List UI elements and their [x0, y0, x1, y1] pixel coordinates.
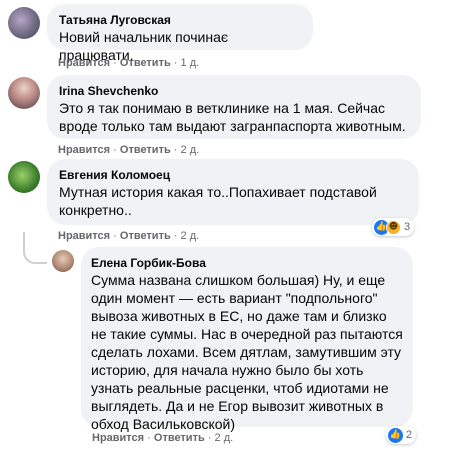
avatar[interactable]: [8, 77, 40, 109]
timestamp[interactable]: 1 д.: [181, 57, 200, 69]
timestamp[interactable]: 2 д.: [181, 230, 200, 242]
separator: ·: [173, 144, 178, 156]
reaction-count: 3: [404, 221, 411, 233]
separator: ·: [207, 432, 212, 444]
separator: ·: [113, 57, 117, 69]
reply-link[interactable]: Ответить: [120, 57, 171, 69]
comment-author[interactable]: Irina Shevchenko: [59, 83, 409, 99]
comment-bubble: Татьяна Луговская Новий начальник почина…: [47, 4, 313, 63]
separator: ·: [113, 144, 117, 156]
comment-actions: Нравится · Ответить · 2 д.: [58, 143, 199, 157]
comment-author[interactable]: Елена Горбик-Бова: [91, 255, 403, 271]
comment-actions: Нравится · Ответить · 2 д.: [58, 229, 199, 243]
comment-text: Сумма названа слишком большая) Ну, и еще…: [91, 272, 403, 432]
timestamp[interactable]: 2 д.: [215, 432, 234, 444]
reaction-summary[interactable]: 👍 2: [386, 426, 417, 444]
like-link[interactable]: Нравится: [92, 432, 144, 444]
comment-text: Мутная история какая то..Попахивает подс…: [59, 184, 377, 218]
comment-actions: Нравится · Ответить · 1 д.: [58, 56, 199, 70]
comment-text: Это я так понимаю в ветклинике на 1 мая.…: [59, 100, 406, 134]
reply-link[interactable]: Ответить: [154, 432, 205, 444]
reaction-count: 2: [406, 429, 413, 441]
like-icon: 👍: [388, 427, 403, 443]
avatar[interactable]: [52, 250, 74, 272]
reply-thread-line: [23, 232, 47, 264]
reply-link[interactable]: Ответить: [120, 230, 171, 242]
avatar[interactable]: [8, 161, 40, 193]
comment-actions: Нравится · Ответить · 2 д.: [92, 431, 233, 445]
avatar[interactable]: [8, 7, 40, 39]
separator: ·: [173, 230, 178, 242]
separator: ·: [113, 230, 117, 242]
timestamp[interactable]: 2 д.: [181, 144, 200, 156]
reply-bubble: Елена Горбик-Бова Сумма названа слишком …: [81, 247, 413, 432]
comment-author[interactable]: Татьяна Луговская: [59, 12, 301, 28]
like-link[interactable]: Нравится: [58, 57, 110, 69]
comment-bubble: Irina Shevchenko Это я так понимаю в вет…: [47, 75, 421, 139]
comment-author[interactable]: Евгения Коломоец: [59, 167, 407, 183]
reply-link[interactable]: Ответить: [120, 144, 171, 156]
separator: ·: [147, 432, 151, 444]
haha-icon: ☻: [386, 219, 401, 235]
separator: ·: [173, 57, 178, 69]
reaction-summary[interactable]: 👍 ☻ 3: [372, 218, 415, 236]
comment-bubble: Евгения Коломоец Мутная история какая то…: [47, 159, 419, 225]
like-link[interactable]: Нравится: [58, 230, 110, 242]
like-link[interactable]: Нравится: [58, 144, 110, 156]
